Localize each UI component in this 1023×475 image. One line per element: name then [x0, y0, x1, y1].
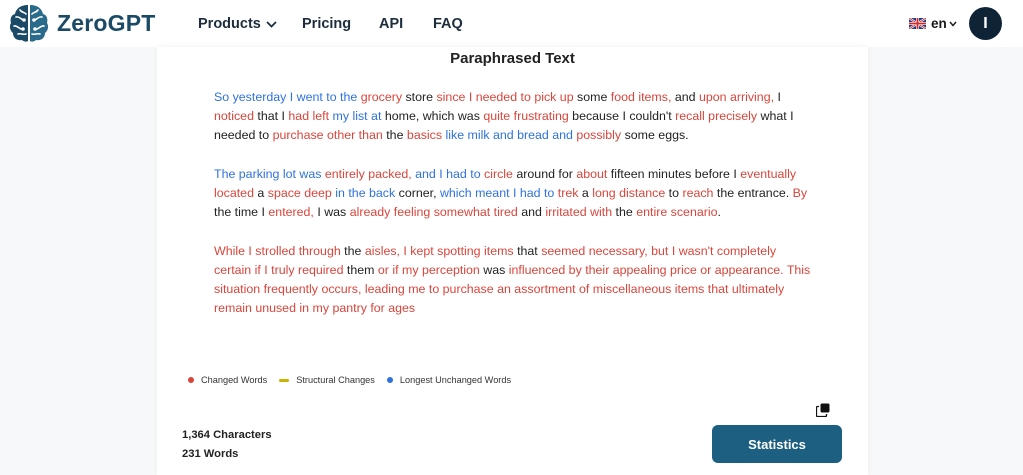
changed-segment: entire scenario — [636, 205, 718, 219]
legend-unchanged-label: Longest Unchanged Words — [399, 375, 512, 385]
unchanged-segment: in the back — [331, 186, 396, 200]
nav-products[interactable]: Products — [198, 16, 277, 32]
changed-segment: long distance — [592, 186, 666, 200]
language-selector[interactable]: en — [909, 16, 957, 31]
structural-dash-icon — [279, 378, 290, 382]
paragraph: The parking lot was entirely packed, and… — [214, 165, 814, 222]
text-segment: that I — [253, 109, 289, 123]
text-segment: corner, — [395, 186, 440, 200]
brand-name: ZeroGPT — [57, 9, 156, 36]
text-segment: fifteen minutes before I — [607, 167, 741, 181]
text-segment: the — [612, 205, 637, 219]
changed-segment: influenced by their appealing price or a… — [508, 263, 784, 277]
language-label: en — [931, 16, 947, 31]
nav-products-label: Products — [198, 16, 261, 32]
text-segment: a — [578, 186, 593, 200]
changed-segment: quite frustrating — [483, 109, 569, 123]
changed-segment: By — [792, 186, 808, 200]
text-segment: some eggs. — [621, 128, 689, 142]
changed-segment: circle — [484, 167, 513, 181]
nav-faq[interactable]: FAQ — [433, 16, 463, 32]
legend: Changed Words Structural Changes Longest… — [188, 375, 523, 385]
text-segment: was — [479, 263, 509, 277]
text-segment: the time I — [214, 205, 269, 219]
changed-segment: reach — [682, 186, 714, 200]
unchanged-segment: which meant I had to — [439, 186, 555, 200]
text-segment: because I couldn't — [568, 109, 676, 123]
changed-segment: entirely packed, — [324, 167, 412, 181]
changed-segment: trek — [557, 186, 579, 200]
paraphrase-result-card: Paraphrased Text So yesterday I went to … — [157, 47, 868, 475]
unchanged-segment: So yesterday I went to the — [214, 90, 361, 104]
changed-segment: about — [576, 167, 608, 181]
changed-segment: upon arriving, — [698, 90, 775, 104]
legend-changed-label: Changed Words — [201, 375, 268, 385]
text-segment: around for — [512, 167, 577, 181]
changed-segment: noticed — [214, 109, 254, 123]
unchanged-dot-icon — [386, 377, 393, 383]
avatar[interactable]: I — [969, 7, 1002, 40]
changed-dot-icon — [188, 377, 194, 383]
changed-segment: already feeling somewhat tired — [349, 205, 518, 219]
legend-changed: Changed Words — [188, 375, 267, 385]
unchanged-segment: my list at — [332, 109, 382, 123]
changed-segment: basics — [406, 128, 443, 142]
legend-structural: Structural Changes — [279, 375, 375, 385]
text-segment: the — [340, 244, 365, 258]
text-segment: store — [402, 90, 437, 104]
legend-unchanged: Longest Unchanged Words — [386, 375, 512, 385]
chevron-down-icon — [266, 20, 277, 28]
changed-segment: had left — [288, 109, 330, 123]
text-segment: the entrance. — [713, 186, 793, 200]
text-segment: I — [774, 90, 781, 104]
changed-segment: food items, — [610, 90, 672, 104]
changed-segment: pick up — [534, 90, 574, 104]
text-segment: to — [665, 186, 683, 200]
text-segment: that — [513, 244, 542, 258]
text-segment: the — [382, 128, 407, 142]
unchanged-segment: The parking lot was — [214, 167, 325, 181]
text-segment: I was — [313, 205, 350, 219]
nav-pricing[interactable]: Pricing — [302, 16, 351, 32]
paragraph: While I strolled through the aisles, I k… — [214, 242, 814, 318]
changed-segment: or if my perception — [377, 263, 480, 277]
chevron-down-icon — [949, 21, 957, 27]
uk-flag-icon — [909, 18, 926, 29]
character-count: 1,364 Characters — [182, 429, 272, 441]
statistics-button[interactable]: Statistics — [712, 425, 842, 463]
navbar: ZeroGPT Products Pricing API FAQ en I — [0, 0, 1023, 47]
copy-icon[interactable] — [816, 403, 830, 417]
text-segment: . — [717, 205, 721, 219]
changed-segment: purchase other than — [272, 128, 383, 142]
text-segment: some — [573, 90, 611, 104]
changed-segment: entered, — [268, 205, 314, 219]
text-segment: home, which was — [381, 109, 484, 123]
changed-segment: irritated with — [545, 205, 613, 219]
changed-segment: recall precisely — [675, 109, 758, 123]
paragraph: So yesterday I went to the grocery store… — [214, 88, 814, 145]
paraphrased-text: So yesterday I went to the grocery store… — [214, 88, 814, 338]
changed-segment: aisles, I kept spotting items — [364, 244, 514, 258]
changed-segment: grocery — [360, 90, 403, 104]
text-segment: and — [517, 205, 546, 219]
brain-logo-icon — [9, 5, 49, 42]
unchanged-segment: like milk and bread and — [442, 128, 577, 142]
changed-segment: since I needed to — [436, 90, 531, 104]
text-segment: them — [343, 263, 378, 277]
logo[interactable]: ZeroGPT — [8, 2, 156, 44]
text-segment: and — [671, 90, 699, 104]
changed-segment: space deep — [267, 186, 332, 200]
text-segment: a — [253, 186, 268, 200]
changed-segment: While I strolled through — [214, 244, 341, 258]
changed-segment: possibly — [576, 128, 622, 142]
result-title: Paraphrased Text — [450, 50, 575, 67]
unchanged-segment: and I had to — [411, 167, 485, 181]
word-count: 231 Words — [182, 448, 239, 460]
legend-structural-label: Structural Changes — [296, 375, 375, 385]
nav-api[interactable]: API — [379, 16, 403, 32]
